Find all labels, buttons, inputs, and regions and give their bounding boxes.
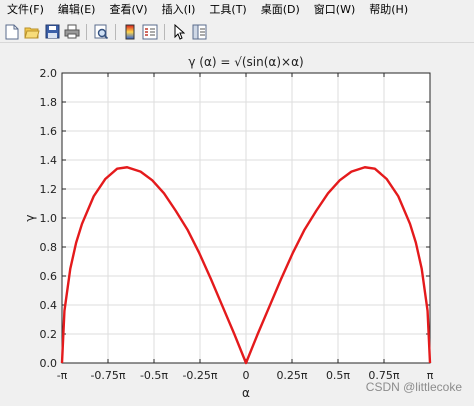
y-tick-label: 0.6 [40, 270, 58, 283]
menu-help[interactable]: 帮助(H) [362, 0, 415, 20]
menu-view[interactable]: 查看(V) [102, 0, 154, 20]
toolbar-separator [115, 23, 116, 40]
print-preview-icon[interactable] [92, 23, 110, 41]
open-folder-icon[interactable] [23, 23, 41, 41]
figure-area: -π -0.75π -0.5π -0.25π 0 0.25π 0.5π 0.75π π 0.0 0.… [0, 44, 474, 402]
pointer-icon[interactable] [170, 23, 188, 41]
toolbar [0, 21, 474, 43]
watermark: CSDN @littlecoke [365, 380, 462, 394]
toolbar-separator [164, 23, 165, 40]
x-axis-label: α [242, 386, 250, 400]
menu-insert[interactable]: 插入(I) [155, 0, 203, 20]
save-icon[interactable] [43, 23, 61, 41]
menu-file[interactable]: 文件(F) [0, 0, 51, 20]
new-file-icon[interactable] [3, 23, 21, 41]
x-tick-label: -0.5π [140, 369, 168, 382]
x-tick-label: -π [57, 369, 68, 382]
x-tick-label: 0.5π [326, 369, 350, 382]
menu-window[interactable]: 窗口(W) [307, 0, 362, 20]
menu-tools[interactable]: 工具(T) [202, 0, 253, 20]
menu-edit[interactable]: 编辑(E) [51, 0, 103, 20]
y-tick-label: 1.6 [40, 125, 58, 138]
y-tick-label: 1.0 [40, 212, 58, 225]
chart: -π -0.75π -0.5π -0.25π 0 0.25π 0.5π 0.75π π0.00.… [23, 55, 434, 400]
y-tick-label: 1.8 [40, 96, 58, 109]
y-tick-label: 0.8 [40, 241, 58, 254]
x-tick-label: -0.25π [182, 369, 217, 382]
print-icon[interactable] [63, 23, 81, 41]
x-tick-label: 0.25π [276, 369, 307, 382]
x-tick-label: 0 [243, 369, 250, 382]
y-tick-label: 2.0 [40, 67, 58, 80]
y-tick-label: 0.4 [40, 299, 58, 312]
y-axis-label: γ [23, 214, 37, 221]
legend-icon[interactable] [141, 23, 159, 41]
property-editor-icon[interactable] [190, 23, 208, 41]
x-tick-label: -0.75π [90, 369, 125, 382]
y-tick-label: 0.2 [40, 328, 58, 341]
y-tick-label: 1.2 [40, 183, 58, 196]
colorbar-icon[interactable] [121, 23, 139, 41]
menubar: 文件(F) 编辑(E) 查看(V) 插入(I) 工具(T) 桌面(D) 窗口(W… [0, 0, 474, 20]
y-tick-label: 0.0 [40, 357, 58, 370]
toolbar-separator [86, 23, 87, 40]
chart-title: γ (α) = √(sin(α)×α) [188, 55, 303, 69]
y-tick-label: 1.4 [40, 154, 58, 167]
menu-desktop[interactable]: 桌面(D) [254, 0, 307, 20]
